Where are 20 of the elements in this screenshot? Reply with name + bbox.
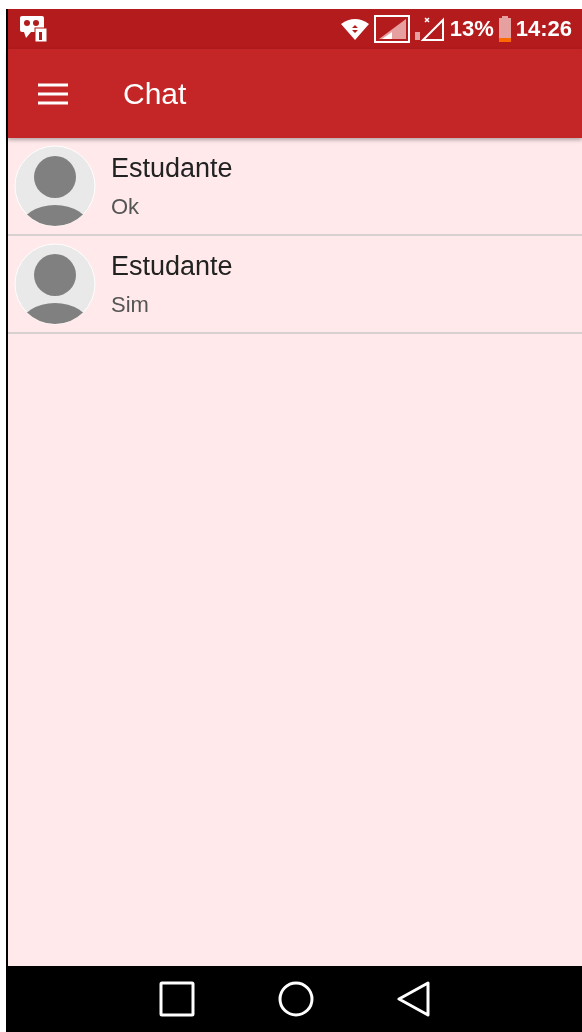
message-preview: Ok bbox=[111, 193, 141, 220]
contact-name: Estudante bbox=[111, 152, 233, 184]
signal-icon bbox=[373, 15, 410, 43]
recents-button[interactable] bbox=[159, 981, 195, 1017]
screen-title: Chat bbox=[123, 76, 187, 111]
wifi-icon bbox=[340, 18, 369, 40]
battery-icon bbox=[498, 16, 511, 42]
back-button[interactable] bbox=[397, 981, 431, 1017]
menu-icon bbox=[38, 82, 68, 105]
voicemail-icon bbox=[20, 16, 48, 42]
battery-percent: 13% bbox=[449, 18, 494, 40]
chat-item[interactable]: Estudante Sim bbox=[8, 236, 582, 334]
signal-icon bbox=[414, 16, 445, 42]
avatar-icon bbox=[14, 243, 96, 325]
chat-item[interactable]: Estudante Ok bbox=[8, 138, 582, 236]
clock-time: 14:26 bbox=[515, 18, 572, 40]
avatar-icon bbox=[14, 145, 96, 227]
contact-name: Estudante bbox=[111, 250, 233, 282]
message-preview: Sim bbox=[111, 291, 150, 318]
home-button[interactable] bbox=[277, 980, 315, 1018]
